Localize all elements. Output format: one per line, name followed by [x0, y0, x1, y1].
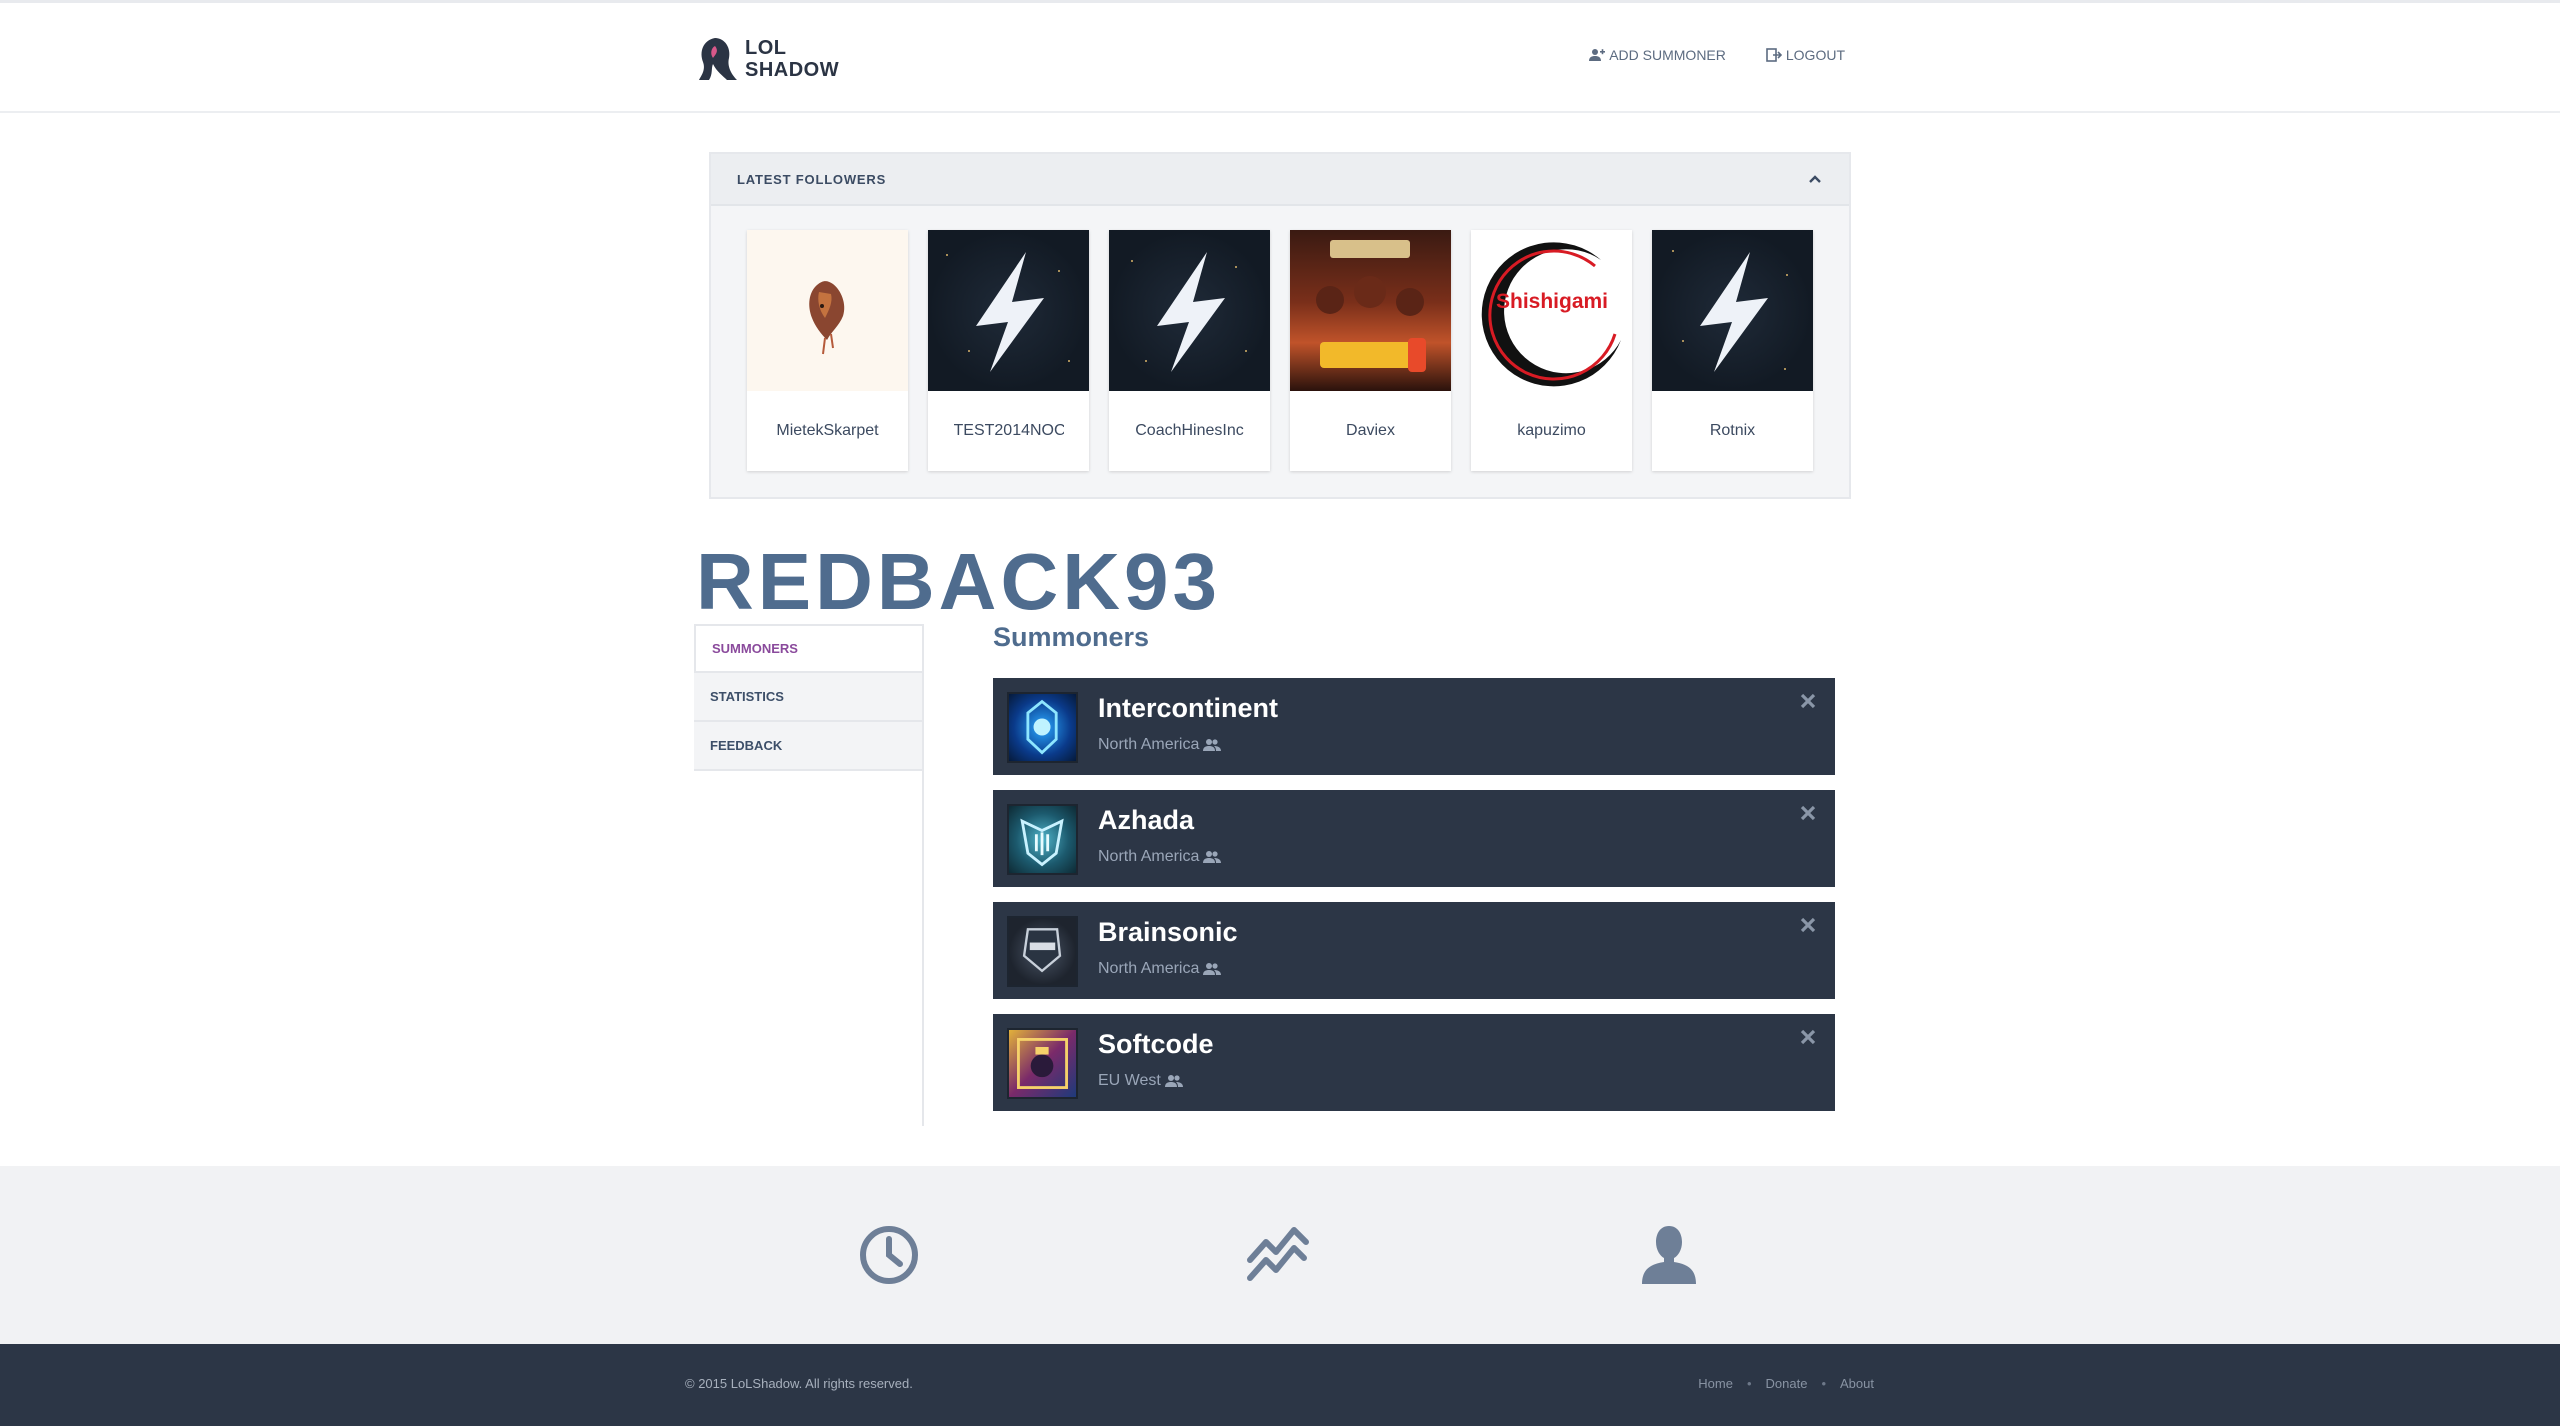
summoner-region: North America [1098, 736, 1222, 754]
summoner-avatar-icon [1007, 804, 1078, 875]
summoner-card[interactable]: Azhada North America [993, 790, 1835, 887]
users-icon [1203, 963, 1222, 975]
user-icon [1642, 1226, 1696, 1284]
follower-name: TEST2014NOC [953, 422, 1064, 439]
region-label: North America [1098, 736, 1200, 753]
users-icon [1203, 851, 1222, 863]
navbar: LOL SHADOW ADD SUMMONER LOGOUT [0, 0, 2560, 113]
users-icon [1164, 1075, 1183, 1087]
footer-link-home[interactable]: Home [1698, 1376, 1733, 1391]
panel-header: LATEST FOLLOWERS [711, 154, 1849, 206]
remove-summoner-close-icon[interactable] [1797, 914, 1819, 936]
footer-link-about[interactable]: About [1840, 1376, 1874, 1391]
latest-followers-panel: LATEST FOLLOWERS MietekSkarpet TEST2014N… [709, 152, 1851, 499]
nav-links: ADD SUMMONER LOGOUT [1589, 47, 1845, 63]
summoner-card[interactable]: Softcode EU West [993, 1014, 1835, 1111]
summoner-card[interactable]: Intercontinent North America [993, 678, 1835, 775]
chevron-up-icon [1809, 175, 1821, 183]
followers-list: MietekSkarpet TEST2014NOC CoachHinesInc [747, 230, 1813, 471]
summoners-list: Intercontinent North America Azhada Nort… [993, 678, 1835, 1126]
logout-link[interactable]: LOGOUT [1766, 47, 1845, 63]
follower-card[interactable]: Rotnix [1652, 230, 1813, 471]
side-item-feedback[interactable]: FEEDBACK [694, 722, 922, 771]
shadow-logo-icon [697, 34, 741, 84]
remove-summoner-close-icon[interactable] [1797, 690, 1819, 712]
add-user-icon [1589, 49, 1606, 61]
brand-line2: SHADOW [745, 59, 840, 81]
brand-logo[interactable]: LOL SHADOW [697, 31, 839, 87]
side-item-summoners[interactable]: SUMMONERS [694, 624, 922, 673]
brand-name: LOL SHADOW [745, 37, 839, 81]
region-label: EU West [1098, 1072, 1161, 1089]
chart-line-icon [1247, 1227, 1309, 1281]
follower-card[interactable]: MietekSkarpet [747, 230, 908, 471]
summoner-avatar-icon [1007, 1028, 1078, 1099]
shishigami-logo-icon: Shishigami [1471, 230, 1632, 391]
follower-name: kapuzimo [1517, 422, 1586, 439]
remove-summoner-close-icon[interactable] [1797, 802, 1819, 824]
summoner-name: Softcode [1098, 1029, 1214, 1059]
wolf-painting-icon [747, 230, 908, 391]
follower-card[interactable]: TEST2014NOC [928, 230, 1089, 471]
collapse-button[interactable] [1805, 169, 1825, 189]
summoner-name: Intercontinent [1098, 693, 1278, 723]
side-menu: SUMMONERS STATISTICS FEEDBACK [694, 624, 924, 1126]
profile-username: REDBACK93 [696, 537, 1221, 626]
add-summoner-link[interactable]: ADD SUMMONER [1589, 47, 1726, 63]
follower-card[interactable]: Daviex [1290, 230, 1451, 471]
brand-line1: LOL [745, 37, 787, 59]
summoner-name: Azhada [1098, 805, 1195, 835]
footer-links: Home • Donate • About [1698, 1376, 1874, 1391]
add-summoner-label: ADD SUMMONER [1609, 47, 1726, 63]
rayman3-cover-icon [1290, 230, 1451, 391]
lightning-bolt-icon [1109, 230, 1270, 391]
footer-link-donate[interactable]: Donate [1766, 1376, 1808, 1391]
summoners-title: Summoners [993, 622, 1150, 652]
lightning-bolt-icon [928, 230, 1089, 391]
summoner-name: Brainsonic [1098, 917, 1238, 947]
lightning-bolt-icon [1652, 230, 1813, 391]
follower-name: Rotnix [1709, 422, 1756, 439]
region-label: North America [1098, 848, 1200, 865]
features-strip [0, 1166, 2560, 1344]
logout-icon [1766, 48, 1782, 62]
separator-dot: • [1746, 1376, 1752, 1391]
summoner-card[interactable]: Brainsonic North America [993, 902, 1835, 999]
follower-name: Daviex [1346, 422, 1395, 439]
side-item-statistics[interactable]: STATISTICS [694, 673, 922, 722]
users-icon [1203, 739, 1222, 751]
summoner-avatar-icon [1007, 916, 1078, 987]
summoner-region: North America [1098, 960, 1222, 978]
follower-card[interactable]: CoachHinesInc [1109, 230, 1270, 471]
logout-label: LOGOUT [1785, 47, 1845, 63]
summoner-region: North America [1098, 848, 1222, 866]
panel-title: LATEST FOLLOWERS [737, 171, 887, 187]
copyright-text: © 2015 LoLShadow. All rights reserved. [685, 1376, 913, 1391]
follower-card[interactable]: Shishigami kapuzimo [1471, 230, 1632, 471]
summoner-region: EU West [1098, 1072, 1183, 1090]
remove-summoner-close-icon[interactable] [1797, 1026, 1819, 1048]
follower-name: MietekSkarpet [776, 422, 879, 439]
region-label: North America [1098, 960, 1200, 977]
clock-icon [860, 1226, 918, 1284]
footer: © 2015 LoLShadow. All rights reserved. H… [0, 1344, 2560, 1426]
shishigami-logo-text: Shishigami [1495, 290, 1609, 313]
separator-dot: • [1821, 1376, 1827, 1391]
follower-name: CoachHinesInc [1135, 422, 1244, 439]
summoner-avatar-icon [1007, 692, 1078, 763]
